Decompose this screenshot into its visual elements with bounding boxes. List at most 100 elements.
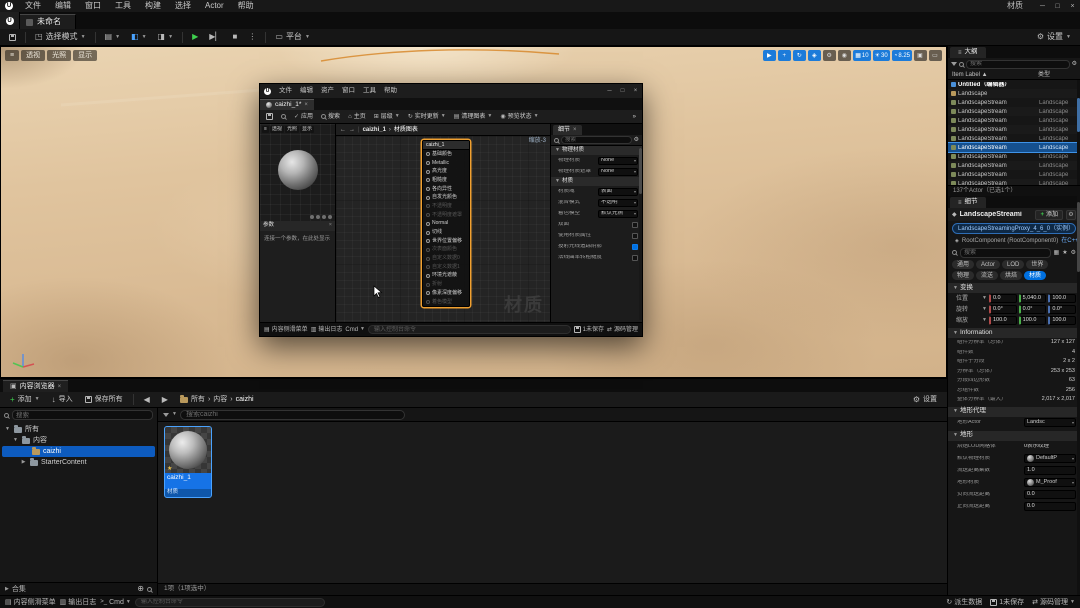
browse-button[interactable] bbox=[278, 111, 289, 123]
scale-x-field[interactable]: 100.0 bbox=[988, 316, 1017, 325]
content-drawer-button[interactable]: ▤ 内容侧滑菜单 bbox=[264, 327, 308, 333]
section-landscape-proxy[interactable]: ▼ 地形代理 bbox=[948, 406, 1080, 417]
back-icon[interactable]: ← bbox=[340, 127, 346, 133]
source-control-button[interactable]: ⇄ 源码管理 bbox=[607, 327, 638, 333]
viewport-tool-icon[interactable]: ☀ 30 bbox=[872, 50, 890, 61]
tree-search-input[interactable] bbox=[12, 410, 153, 420]
checkbox[interactable] bbox=[632, 232, 638, 239]
asset-grid[interactable]: ★ caizhi_1 材质 bbox=[158, 422, 947, 583]
show-flags-dropdown[interactable]: 显示 bbox=[73, 50, 98, 61]
property-dropdown[interactable]: 表面 bbox=[598, 187, 638, 196]
level-viewport[interactable]: ≡ 透视 光照 显示 ▶ + ↻ ◈ ⚙ ◉ ▦ 10 ☀ 30 ◔ 8.25 … bbox=[0, 46, 947, 378]
outliner-tab[interactable]: ≡ 大纲 bbox=[950, 47, 986, 58]
viewport-tool-icon[interactable]: ◔ 8.25 bbox=[891, 50, 912, 61]
source-control-button[interactable]: ⇄ 源码管理 ▼ bbox=[1032, 599, 1075, 606]
details-search-input[interactable] bbox=[960, 247, 1051, 258]
node-pin-row[interactable]: 高光度 bbox=[423, 167, 469, 176]
section-material[interactable]: ▼ 材质 bbox=[551, 177, 642, 186]
location-x-field[interactable]: 0.0 bbox=[988, 294, 1017, 303]
checkbox[interactable] bbox=[632, 221, 638, 228]
viewport-tool-icon[interactable]: ⚙ bbox=[823, 50, 837, 61]
scrollbar[interactable] bbox=[639, 148, 642, 320]
rotation-x-field[interactable]: 0.0° bbox=[988, 305, 1017, 314]
section-transform[interactable]: ▼ 变换 bbox=[948, 283, 1080, 293]
chevron-down-icon[interactable]: ▼ bbox=[172, 412, 177, 417]
chevron-down-icon[interactable]: ▼ bbox=[982, 307, 987, 312]
console-input[interactable] bbox=[368, 325, 571, 334]
console-input[interactable] bbox=[134, 597, 325, 607]
pin-circle-icon[interactable] bbox=[426, 256, 430, 261]
menu-item[interactable]: 工具 bbox=[108, 0, 138, 12]
maximize-icon[interactable]: □ bbox=[616, 88, 629, 94]
preview-menu-button[interactable]: ≡ bbox=[262, 126, 269, 133]
node-pin-row[interactable]: 不透明度遮罩 bbox=[423, 211, 469, 220]
node-pin-row[interactable]: 自发光颜色 bbox=[423, 193, 469, 202]
preview-show-dropdown[interactable]: 显示 bbox=[299, 126, 314, 133]
menu-item[interactable]: 资产 bbox=[317, 84, 338, 98]
outliner-search-input[interactable] bbox=[966, 59, 1070, 69]
pin-circle-icon[interactable] bbox=[426, 187, 430, 192]
instance-link[interactable]: LandscapeStreamingProxy_4_6_0（实例） bbox=[952, 223, 1076, 234]
material-editor-titlebar[interactable]: U 文件 编辑 资产 窗口 工具 帮助 ─ □ × bbox=[260, 84, 642, 98]
streaming-multiplier-field[interactable]: 1.0 bbox=[1024, 466, 1076, 475]
play-button[interactable]: ▶ bbox=[187, 30, 203, 45]
filter-chip[interactable]: LOD bbox=[1002, 260, 1025, 269]
platforms-dropdown[interactable]: ▭ 平台 ▼ bbox=[270, 30, 315, 45]
details-search-input[interactable] bbox=[561, 136, 632, 144]
viewport-tool-icon[interactable]: + bbox=[778, 50, 792, 61]
node-pin-row[interactable]: 环境光遮蔽 bbox=[423, 272, 469, 281]
add-collection-icon[interactable]: ⊕ bbox=[137, 585, 144, 593]
details-tab[interactable]: 细节 × bbox=[553, 125, 582, 135]
tree-item-all[interactable]: ▼ 所有 bbox=[0, 424, 157, 435]
menu-item[interactable]: 帮助 bbox=[231, 0, 261, 12]
column-item-label[interactable]: Item Label ▲ bbox=[952, 72, 1038, 78]
viewport-tool-icon[interactable]: ▦ 10 bbox=[853, 50, 871, 61]
filter-chip[interactable]: 世界 bbox=[1026, 260, 1049, 269]
pin-circle-icon[interactable] bbox=[426, 213, 430, 218]
node-pin-row[interactable]: 基础颜色 bbox=[423, 150, 469, 159]
cmd-dropdown[interactable]: >_ Cmd ▼ bbox=[100, 599, 131, 606]
pin-circle-icon[interactable] bbox=[426, 273, 430, 278]
save-level-button[interactable] bbox=[4, 30, 21, 45]
expander-icon[interactable]: ▼ bbox=[12, 438, 19, 443]
viewport-tool-icon[interactable]: ▶ bbox=[763, 50, 777, 61]
toolbar-overflow-button[interactable]: » bbox=[630, 111, 639, 123]
outliner-row[interactable]: LandscapeStream Landscape bbox=[948, 170, 1080, 179]
node-pin-row[interactable]: 各向异性 bbox=[423, 185, 469, 194]
quick-add-button[interactable]: ▤ ▼ bbox=[100, 30, 126, 45]
details-tab[interactable]: ≡ 细节 bbox=[950, 197, 986, 208]
menu-item[interactable]: Actor bbox=[198, 0, 231, 12]
details-settings-icon[interactable]: ⚙ bbox=[1066, 209, 1076, 220]
lock-icon[interactable]: ▼ bbox=[982, 318, 987, 323]
pin-circle-icon[interactable] bbox=[426, 161, 430, 166]
live-update-dropdown[interactable]: ↻ 实时更新 ▼ bbox=[405, 111, 449, 123]
save-all-button[interactable]: 保存所有 bbox=[80, 392, 128, 407]
forward-icon[interactable]: → bbox=[349, 127, 355, 133]
unsaved-button[interactable]: 1未保存 bbox=[573, 326, 604, 333]
outliner-row[interactable]: LandscapeStream Landscape bbox=[948, 116, 1080, 125]
level-tab[interactable]: 未命名 bbox=[20, 14, 76, 29]
pin-circle-icon[interactable] bbox=[426, 282, 430, 287]
menu-item[interactable]: 窗口 bbox=[338, 84, 359, 98]
stop-button[interactable]: ■ bbox=[228, 30, 243, 45]
scale-y-field[interactable]: 100.0 bbox=[1018, 316, 1047, 325]
close-icon[interactable]: × bbox=[1065, 3, 1080, 10]
apply-button[interactable]: ✓ 应用 bbox=[291, 111, 316, 123]
gear-icon[interactable]: ⚙ bbox=[1071, 250, 1076, 256]
filter-chip[interactable]: Actor bbox=[976, 260, 1001, 269]
asset-tab[interactable]: caizhi_1* × bbox=[260, 99, 314, 110]
filter-funnel-icon[interactable] bbox=[163, 412, 169, 417]
viewport-tool-icon[interactable]: ▣ bbox=[914, 50, 927, 61]
minimize-icon[interactable]: ─ bbox=[603, 88, 616, 94]
breadcrumb-asset[interactable]: caizhi_1 bbox=[363, 127, 386, 133]
menu-item[interactable]: 构建 bbox=[138, 0, 168, 12]
rotation-y-field[interactable]: 0.0° bbox=[1018, 305, 1047, 314]
home-button[interactable]: ⌂ 主页 bbox=[345, 111, 369, 123]
menu-item[interactable]: 工具 bbox=[359, 84, 380, 98]
root-component-row[interactable]: ◈ RootComponent (RootComponent0) 在C++中 bbox=[948, 236, 1080, 246]
menu-item[interactable]: 选择 bbox=[168, 0, 198, 12]
expander-icon[interactable]: ▶ bbox=[20, 460, 27, 465]
expander-icon[interactable]: ▼ bbox=[4, 427, 11, 432]
node-pin-row[interactable]: 折射 bbox=[423, 280, 469, 289]
project-badge[interactable]: U bbox=[0, 12, 20, 29]
